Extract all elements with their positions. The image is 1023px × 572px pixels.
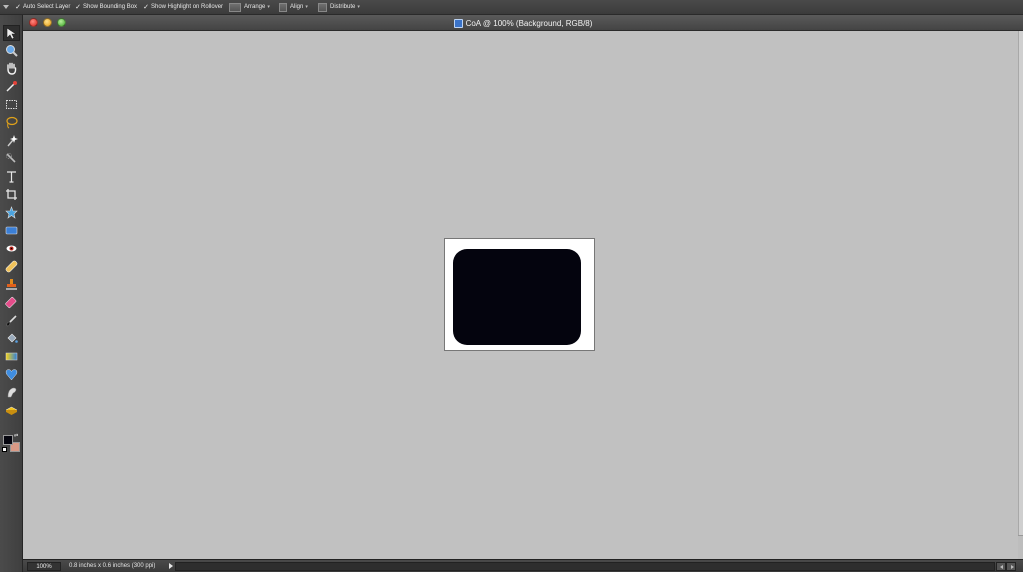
smudge-tool[interactable] bbox=[3, 384, 20, 400]
arrange-icon bbox=[229, 2, 241, 12]
rounded-rectangle-shape[interactable] bbox=[453, 249, 581, 345]
quick-selection-tool[interactable] bbox=[3, 150, 20, 166]
document-title-container: CoA @ 100% (Background, RGB/8) bbox=[23, 15, 1023, 31]
move-tool[interactable] bbox=[3, 25, 20, 41]
lasso-tool[interactable] bbox=[3, 114, 20, 130]
paint-bucket-tool-icon bbox=[7, 333, 18, 343]
chevron-down-icon: ▾ bbox=[267, 4, 270, 10]
checkmark-icon: ✓ bbox=[75, 4, 81, 11]
hand-tool-icon bbox=[7, 62, 17, 75]
marquee-tool[interactable] bbox=[3, 96, 20, 112]
distribute-icon bbox=[318, 2, 327, 12]
crop-tool[interactable] bbox=[3, 186, 20, 202]
crop-tool-icon bbox=[6, 188, 17, 200]
red-eye-tool[interactable] bbox=[3, 240, 20, 256]
type-tool-icon bbox=[7, 170, 16, 183]
canvas-workspace[interactable] bbox=[23, 31, 1018, 559]
document-titlebar[interactable]: CoA @ 100% (Background, RGB/8) bbox=[23, 15, 1023, 31]
quick-selection-tool-icon bbox=[6, 152, 16, 163]
vertical-scroll-arrows[interactable] bbox=[1018, 535, 1023, 559]
chevron-down-icon: ▾ bbox=[357, 4, 360, 10]
auto-select-layer-label: Auto Select Layer bbox=[23, 4, 71, 10]
eyedropper-tool[interactable] bbox=[3, 78, 20, 94]
cookie-cutter-tool-icon bbox=[5, 205, 18, 219]
red-eye-tool-icon bbox=[6, 245, 17, 251]
vertical-scrollbar[interactable] bbox=[1018, 31, 1023, 559]
zoom-tool[interactable] bbox=[3, 42, 20, 58]
show-bounding-box-option[interactable]: ✓ Show Bounding Box bbox=[74, 0, 137, 15]
checkmark-icon: ✓ bbox=[143, 4, 149, 11]
move-tool-icon bbox=[6, 26, 17, 39]
show-highlight-label: Show Highlight on Rollover bbox=[151, 4, 224, 10]
sponge-tool[interactable] bbox=[3, 402, 20, 418]
swap-colors-icon[interactable]: ⇄ bbox=[14, 433, 20, 439]
horizontal-scrollbar[interactable] bbox=[175, 562, 995, 571]
distribute-dropdown[interactable]: Distribute ▾ bbox=[318, 0, 360, 15]
tool-options-bar: ✓ Auto Select Layer ✓ Show Bounding Box … bbox=[0, 0, 1023, 15]
gradient-tool-icon bbox=[5, 352, 18, 360]
zoom-tool-icon bbox=[6, 44, 18, 57]
magic-wand-tool-icon bbox=[7, 134, 18, 146]
eyedropper-tool-icon bbox=[6, 80, 17, 92]
checkmark-icon: ✓ bbox=[15, 4, 21, 11]
status-menu-arrow-icon[interactable] bbox=[168, 563, 174, 570]
magic-wand-tool[interactable] bbox=[3, 132, 20, 148]
smudge-tool-icon bbox=[7, 387, 17, 397]
align-icon bbox=[279, 2, 287, 12]
shape-tool[interactable] bbox=[3, 366, 20, 382]
arrange-dropdown[interactable]: Arrange ▾ bbox=[229, 0, 270, 15]
chevron-down-icon: ▾ bbox=[305, 4, 308, 10]
healing-brush-tool[interactable] bbox=[3, 258, 20, 274]
auto-select-layer-option[interactable]: ✓ Auto Select Layer bbox=[14, 0, 70, 15]
type-tool[interactable] bbox=[3, 168, 20, 184]
lasso-tool-icon bbox=[6, 116, 18, 128]
align-label: Align bbox=[290, 4, 304, 10]
straighten-tool-icon bbox=[5, 226, 18, 234]
eraser-tool[interactable] bbox=[3, 294, 20, 310]
hand-tool[interactable] bbox=[3, 60, 20, 76]
document-info: 0.8 inches x 0.6 inches (300 ppi) bbox=[69, 563, 156, 569]
paint-bucket-tool[interactable] bbox=[3, 330, 20, 346]
document-file-icon bbox=[453, 18, 463, 28]
gradient-tool[interactable] bbox=[3, 348, 20, 364]
shape-tool-icon bbox=[5, 368, 18, 380]
arrange-label: Arrange bbox=[244, 4, 266, 10]
tool-preset-menu-icon[interactable] bbox=[2, 3, 10, 11]
healing-brush-tool-icon bbox=[5, 260, 18, 272]
document-title: CoA @ 100% (Background, RGB/8) bbox=[465, 18, 593, 28]
brush-tool[interactable] bbox=[3, 312, 20, 328]
show-highlight-option[interactable]: ✓ Show Highlight on Rollover bbox=[142, 0, 223, 15]
straighten-tool[interactable] bbox=[3, 222, 20, 238]
photoshop-elements-window: ✓ Auto Select Layer ✓ Show Bounding Box … bbox=[0, 0, 1023, 572]
clone-stamp-tool-icon bbox=[6, 278, 17, 290]
align-dropdown[interactable]: Align ▾ bbox=[279, 0, 308, 15]
default-colors-icon[interactable] bbox=[2, 447, 7, 452]
show-bounding-box-label: Show Bounding Box bbox=[83, 4, 138, 10]
marquee-tool-icon bbox=[6, 99, 17, 109]
scroll-left-button[interactable] bbox=[996, 562, 1006, 571]
document-canvas[interactable] bbox=[444, 238, 595, 351]
foreground-color-swatch[interactable] bbox=[3, 435, 13, 445]
toolbox: ⇄ bbox=[0, 15, 23, 572]
cookie-cutter-tool[interactable] bbox=[3, 204, 20, 220]
brush-tool-icon bbox=[6, 314, 17, 326]
eraser-tool-icon bbox=[5, 296, 17, 308]
document-window: CoA @ 100% (Background, RGB/8) 100% 0.8 … bbox=[23, 15, 1023, 572]
scroll-right-button[interactable] bbox=[1006, 562, 1016, 571]
distribute-label: Distribute bbox=[330, 4, 356, 10]
clone-stamp-tool[interactable] bbox=[3, 276, 20, 292]
sponge-tool-icon bbox=[5, 406, 18, 415]
zoom-level-field[interactable]: 100% bbox=[27, 562, 61, 571]
status-bar: 100% 0.8 inches x 0.6 inches (300 ppi) bbox=[23, 559, 1023, 572]
